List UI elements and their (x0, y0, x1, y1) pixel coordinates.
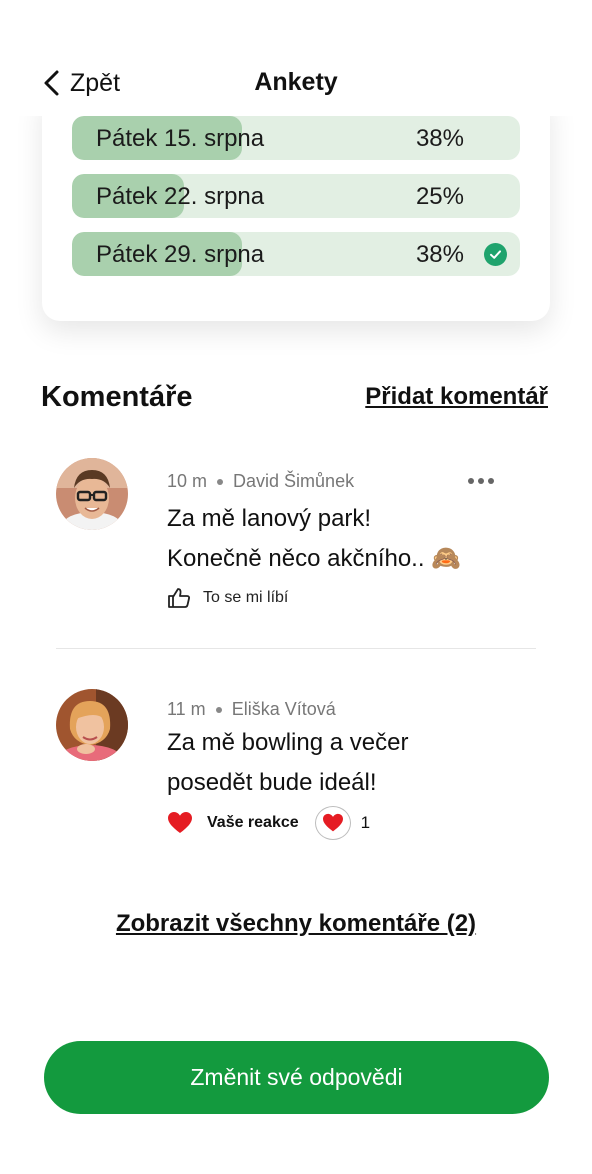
change-answers-button[interactable]: Změnit své odpovědi (44, 1041, 549, 1114)
poll-option-label: Pátek 15. srpna (96, 125, 265, 152)
reaction-label: Vaše reakce (207, 814, 299, 831)
comment-meta: 10 m David Šimůnek (167, 471, 354, 492)
reaction-pill[interactable] (314, 806, 351, 840)
poll-card: Pátek 15. srpna 38% Pátek 22. srpna 25% … (42, 90, 550, 321)
avatar[interactable] (56, 458, 128, 530)
heart-icon (168, 812, 192, 833)
top-bar: Zpět Ankety (0, 0, 592, 116)
comment-line: Za mě lanový park! (167, 505, 372, 532)
poll-option-3[interactable]: Pátek 29. srpna 38% (72, 232, 520, 276)
reaction-row[interactable]: Vaše reakce 1 (167, 806, 370, 840)
poll-option-label: Pátek 22. srpna (96, 183, 265, 210)
comment-author: Eliška Vítová (231, 699, 336, 719)
comments-title: Komentáře (41, 381, 193, 413)
avatar[interactable] (56, 689, 128, 761)
reaction-count: 1 (360, 813, 371, 832)
comment-line: Konečně něco akčního.. 🙈 (167, 545, 462, 572)
comment-time: 11 m (167, 699, 206, 719)
avatar-image (56, 689, 128, 761)
poll-option-label: Pátek 29. srpna (96, 241, 265, 268)
page-title: Ankety (254, 68, 338, 96)
comment-line: Za mě bowling a večer (167, 729, 409, 756)
like-label: To se mi líbí (203, 589, 289, 606)
comment-divider (56, 648, 536, 649)
poll-option-percent: 38% (415, 241, 464, 268)
selected-check-icon (484, 243, 507, 266)
separator-dot (215, 706, 222, 713)
poll-option-percent: 38% (415, 125, 464, 152)
separator-dot (217, 478, 224, 485)
show-all-comments-link[interactable]: Zobrazit všechny komentáře (2) (0, 910, 592, 938)
more-options-icon[interactable] (468, 474, 494, 488)
comment-time: 10 m (167, 471, 208, 491)
like-button[interactable]: To se mi líbí (167, 587, 288, 609)
avatar-image (56, 458, 128, 530)
poll-option-percent: 25% (415, 183, 464, 210)
poll-option-1[interactable]: Pátek 15. srpna 38% (72, 116, 520, 160)
comment-line: posedět bude ideál! (167, 769, 377, 796)
poll-option-2[interactable]: Pátek 22. srpna 25% (72, 174, 520, 218)
thumbs-up-icon (168, 588, 190, 608)
heart-icon (322, 813, 343, 832)
comment-text: Za mě bowling a večer posedět bude ideál… (167, 723, 408, 803)
add-comment-link[interactable]: Přidat komentář (365, 383, 548, 411)
comment-text: Za mě lanový park! Konečně něco akčního.… (167, 499, 461, 579)
comment-author: David Šimůnek (233, 471, 355, 491)
comment-meta: 11 m Eliška Vítová (167, 699, 336, 720)
